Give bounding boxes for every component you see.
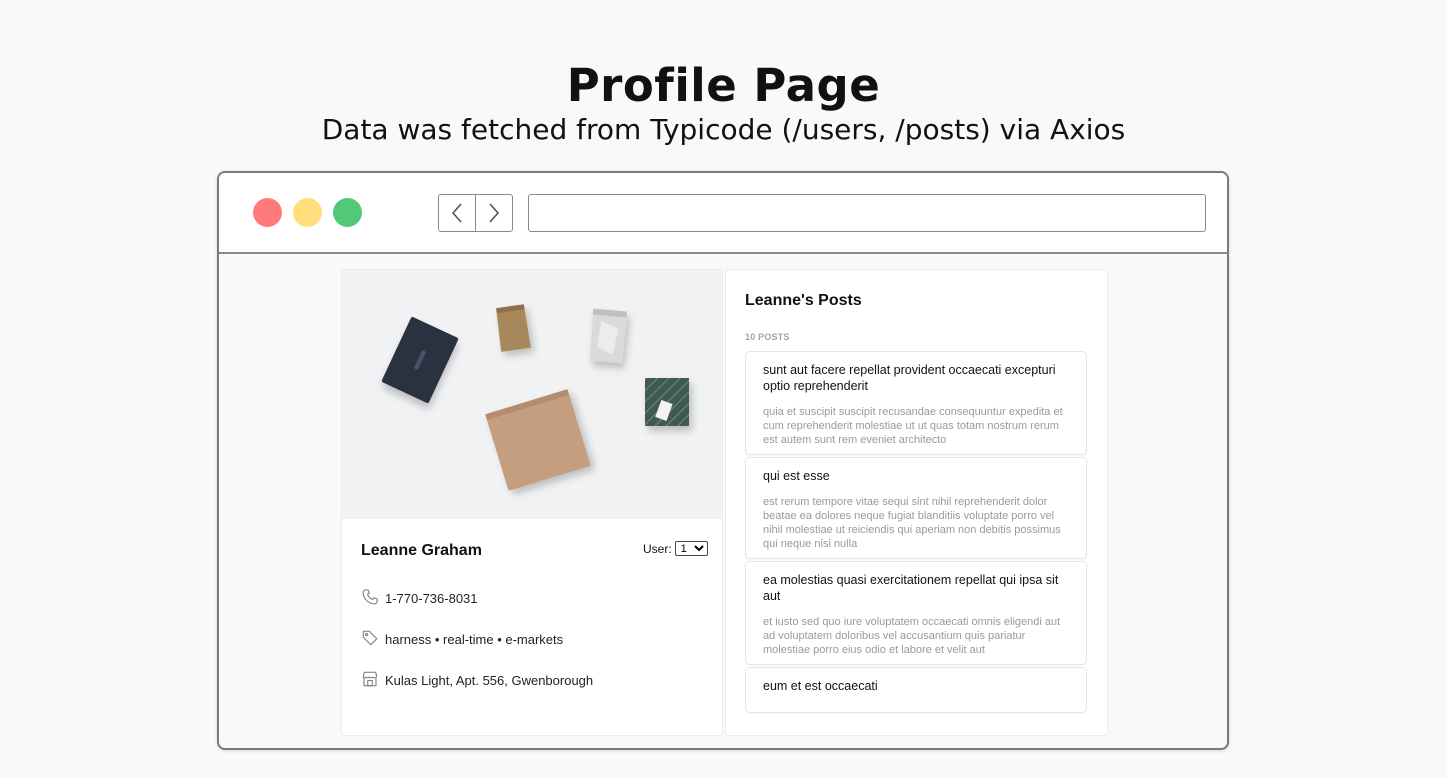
post-title: ea molestias quasi exercitationem repell… xyxy=(763,573,1059,603)
chevron-left-icon xyxy=(451,203,462,223)
back-button[interactable] xyxy=(439,195,475,231)
page-subtitle: Data was fetched from Typicode (/users, … xyxy=(321,113,1126,146)
post-body: est rerum tempore vitae sequi sint nihil… xyxy=(763,496,1061,550)
post-title: eum et est occaecati xyxy=(763,679,878,693)
posts-count: 10 POSTS xyxy=(745,332,790,342)
close-window-button[interactable] xyxy=(253,198,282,227)
profile-phone-row: 1-770-736-8031 xyxy=(361,588,478,606)
chevron-right-icon xyxy=(489,203,500,223)
user-select[interactable]: 1 xyxy=(674,541,708,556)
phone-icon xyxy=(362,589,378,605)
post-body: et iusto sed quo iure voluptatem occaeca… xyxy=(763,616,1061,656)
post-item[interactable]: ea molestias quasi exercitationem repell… xyxy=(745,561,1087,665)
profile-tags-row: harness • real-time • e-markets xyxy=(361,629,563,647)
tag-icon xyxy=(362,630,378,646)
store-icon xyxy=(362,671,378,687)
user-select-label: User: xyxy=(643,541,672,556)
post-item[interactable]: qui est esse est rerum tempore vitae seq… xyxy=(745,457,1087,559)
profile-phone: 1-770-736-8031 xyxy=(385,591,478,606)
user-selector: User: 1 xyxy=(643,541,708,556)
post-title: qui est esse xyxy=(763,469,830,483)
address-bar[interactable] xyxy=(528,194,1206,232)
posts-card: Leanne's Posts 10 POSTS sunt aut facere … xyxy=(725,269,1108,736)
page-heading: Profile Page Data was fetched from Typic… xyxy=(0,58,1447,150)
post-body: quia et suscipit suscipit recusandae con… xyxy=(763,406,1063,446)
browser-window: Leanne Graham User: 1 1-770-736-8031 har… xyxy=(217,171,1229,750)
posts-list[interactable]: sunt aut facere repellat provident occae… xyxy=(745,351,1087,714)
page-title: Profile Page xyxy=(566,59,881,112)
profile-cover-image xyxy=(342,270,722,519)
profile-card: Leanne Graham User: 1 1-770-736-8031 har… xyxy=(341,269,723,736)
post-item[interactable]: eum et est occaecati xyxy=(745,667,1087,713)
profile-address-row: Kulas Light, Apt. 556, Gwenborough xyxy=(361,670,593,688)
minimize-window-button[interactable] xyxy=(293,198,322,227)
profile-name: Leanne Graham xyxy=(361,542,482,559)
browser-toolbar xyxy=(219,173,1227,254)
post-item[interactable]: sunt aut facere repellat provident occae… xyxy=(745,351,1087,455)
product-flatlay-illustration xyxy=(381,304,689,491)
profile-tags: harness • real-time • e-markets xyxy=(385,632,564,647)
forward-button[interactable] xyxy=(475,195,512,231)
posts-heading: Leanne's Posts xyxy=(745,292,862,309)
profile-address: Kulas Light, Apt. 556, Gwenborough xyxy=(385,673,594,688)
navigation-buttons xyxy=(438,194,513,232)
post-title: sunt aut facere repellat provident occae… xyxy=(763,363,1056,393)
maximize-window-button[interactable] xyxy=(333,198,362,227)
